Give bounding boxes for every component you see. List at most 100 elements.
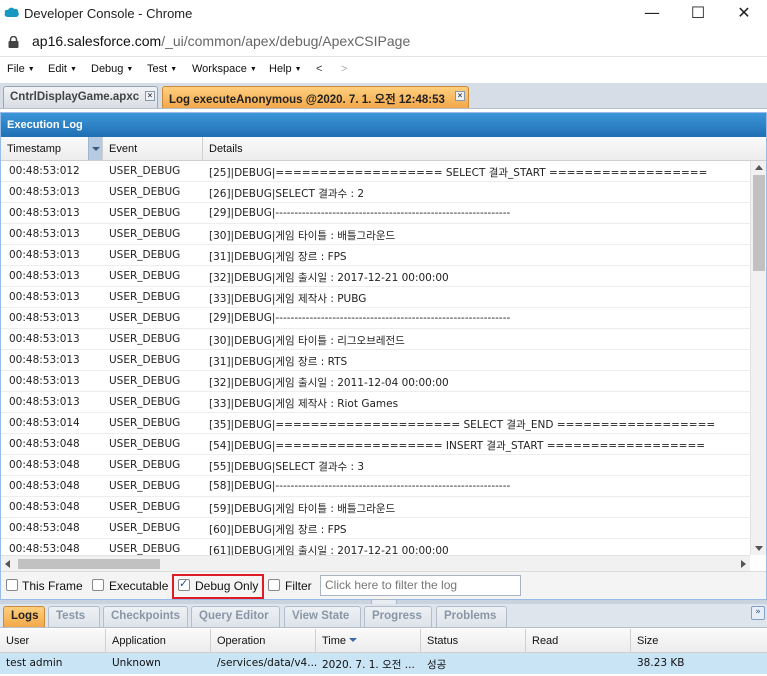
menu-edit[interactable]: Edit ▼ — [48, 63, 77, 75]
url-text[interactable]: ap16.salesforce.com/_ui/common/apex/debu… — [32, 33, 410, 49]
close-tab-icon[interactable]: × — [145, 91, 155, 101]
log-cell-timestamp: 00:48:53:013 — [9, 354, 80, 366]
scroll-left-icon[interactable] — [5, 560, 10, 568]
log-row[interactable]: 00:48:53:013 USER_DEBUG [30]|DEBUG|게임 타이틀 … — [1, 224, 750, 245]
column-header-time[interactable]: Time — [316, 629, 421, 653]
column-header-timestamp[interactable]: Timestamp — [1, 137, 103, 161]
log-cell-timestamp: 00:48:53:013 — [9, 270, 80, 282]
tab-log-execute-anonymous[interactable]: Log executeAnonymous @2020. 7. 1. 오전 12:… — [162, 86, 469, 108]
nav-forward-button[interactable]: > — [341, 63, 347, 75]
log-cell-event: USER_DEBUG — [109, 165, 181, 177]
log-row[interactable]: 00:48:53:013 USER_DEBUG [32]|DEBUG|게임 출시일 … — [1, 266, 750, 287]
log-row[interactable]: 00:48:53:048 USER_DEBUG [61]|DEBUG|게임 출시일 … — [1, 539, 750, 555]
menu-test[interactable]: Test ▼ — [147, 63, 177, 75]
log-cell-details: [33]|DEBUG|게임 제작사 : Riot Games — [209, 398, 399, 410]
menu-debug[interactable]: Debug ▼ — [91, 63, 133, 75]
log-row[interactable]: 00:48:53:048 USER_DEBUG [55]|DEBUG|SELECT … — [1, 455, 750, 476]
log-filter-input[interactable]: Click here to filter the log — [320, 575, 521, 596]
log-row[interactable]: 00:48:53:012 USER_DEBUG [25]|DEBUG|=======… — [1, 161, 750, 182]
log-row[interactable]: 00:48:53:013 USER_DEBUG [33]|DEBUG|게임 제작사 … — [1, 392, 750, 413]
column-label: Time — [322, 635, 347, 647]
log-cell-details: [32]|DEBUG|게임 출시일 : 2011-12-04 00:00:00 — [209, 377, 449, 389]
log-row[interactable]: 00:48:53:013 USER_DEBUG [31]|DEBUG|게임 장르 :… — [1, 245, 750, 266]
caret-down-icon: ▼ — [69, 66, 77, 73]
column-menu-icon[interactable] — [88, 137, 102, 160]
tab-logs[interactable]: Logs — [3, 606, 45, 627]
close-tab-icon[interactable]: × — [455, 91, 465, 101]
log-row[interactable]: 00:48:53:013 USER_DEBUG [29]|DEBUG|-------… — [1, 203, 750, 224]
log-row[interactable]: 00:48:53:048 USER_DEBUG [59]|DEBUG|게임 타이틀 … — [1, 497, 750, 518]
log-row[interactable]: 00:48:53:013 USER_DEBUG [33]|DEBUG|게임 제작사 … — [1, 287, 750, 308]
debug-only-checkbox[interactable] — [178, 577, 190, 591]
log-row[interactable]: 00:48:53:048 USER_DEBUG [60]|DEBUG|게임 장르 :… — [1, 518, 750, 539]
log-cell-event: USER_DEBUG — [109, 501, 181, 513]
log-row[interactable]: 00:48:53:013 USER_DEBUG [30]|DEBUG|게임 타이틀 … — [1, 329, 750, 350]
tab-cntrldisplaygame[interactable]: CntrlDisplayGame.apxc × — [3, 86, 158, 108]
log-row[interactable]: 00:48:53:013 USER_DEBUG [32]|DEBUG|게임 출시일 … — [1, 371, 750, 392]
tab-query-editor[interactable]: Query Editor — [191, 606, 280, 627]
tab-tests[interactable]: Tests — [48, 606, 100, 627]
executable-checkbox[interactable] — [92, 579, 104, 591]
caret-down-icon: ▼ — [249, 66, 257, 73]
log-cell-timestamp: 00:48:53:048 — [9, 543, 80, 555]
execution-log-panel: Execution Log Timestamp Event Details 00… — [0, 112, 767, 600]
address-bar[interactable]: ap16.salesforce.com/_ui/common/apex/debu… — [0, 28, 767, 57]
log-cell-details: [29]|DEBUG|-----------------------------… — [209, 207, 511, 219]
column-header-event[interactable]: Event — [103, 137, 203, 161]
log-cell-timestamp: 00:48:53:013 — [9, 291, 80, 303]
menu-workspace[interactable]: Workspace ▼ — [192, 63, 257, 75]
tab-view-state[interactable]: View State — [284, 606, 361, 627]
column-header-operation[interactable]: Operation — [211, 629, 316, 653]
log-cell-event: USER_DEBUG — [109, 312, 181, 324]
column-header-size[interactable]: Size — [631, 629, 767, 653]
column-header-read[interactable]: Read — [526, 629, 631, 653]
menu-file[interactable]: File ▼ — [7, 63, 35, 75]
log-row[interactable]: 00:48:53:013 USER_DEBUG [31]|DEBUG|게임 장르 :… — [1, 350, 750, 371]
column-header-application[interactable]: Application — [106, 629, 211, 653]
collapse-panel-icon[interactable]: » — [751, 606, 765, 620]
scroll-up-icon[interactable] — [755, 165, 763, 170]
logs-table-row[interactable]: test admin Unknown /services/data/v4... … — [0, 653, 767, 674]
scroll-down-icon[interactable] — [755, 546, 763, 551]
scrollbar-thumb[interactable] — [18, 559, 160, 569]
tab-problems[interactable]: Problems — [436, 606, 507, 627]
log-column-headers: Timestamp Event Details — [1, 137, 766, 161]
cell-time: 2020. 7. 1. 오전 ... — [322, 659, 415, 671]
scrollbar-thumb[interactable] — [753, 175, 765, 271]
horizontal-scrollbar[interactable] — [1, 555, 750, 571]
logs-table-header: User Application Operation Time Status R… — [0, 629, 767, 653]
log-cell-event: USER_DEBUG — [109, 207, 181, 219]
menu-workspace-label: Workspace — [192, 63, 247, 75]
log-row[interactable]: 00:48:53:048 USER_DEBUG [54]|DEBUG|=======… — [1, 434, 750, 455]
minimize-button[interactable]: — — [629, 0, 675, 28]
log-cell-timestamp: 00:48:53:013 — [9, 186, 80, 198]
log-row[interactable]: 00:48:53:014 USER_DEBUG [35]|DEBUG|=======… — [1, 413, 750, 434]
filter-checkbox[interactable] — [268, 579, 280, 591]
log-cell-timestamp: 00:48:53:048 — [9, 501, 80, 513]
menu-help[interactable]: Help ▼ — [269, 63, 302, 75]
nav-back-button[interactable]: < — [316, 63, 322, 75]
log-rows: 00:48:53:012 USER_DEBUG [25]|DEBUG|=======… — [1, 161, 750, 555]
log-cell-details: [30]|DEBUG|게임 타이틀 : 배틀그라운드 — [209, 230, 396, 242]
log-cell-details: [26]|DEBUG|SELECT 결과수 : 2 — [209, 188, 365, 200]
log-row[interactable]: 00:48:53:013 USER_DEBUG [29]|DEBUG|-------… — [1, 308, 750, 329]
url-path: /_ui/common/apex/debug/ApexCSIPage — [161, 33, 411, 49]
tab-checkpoints[interactable]: Checkpoints — [103, 606, 188, 627]
column-header-details[interactable]: Details — [203, 137, 766, 161]
log-cell-timestamp: 00:48:53:013 — [9, 312, 80, 324]
tab-progress[interactable]: Progress — [364, 606, 432, 627]
column-header-status[interactable]: Status — [421, 629, 526, 653]
close-button[interactable]: ✕ — [721, 0, 767, 28]
log-cell-event: USER_DEBUG — [109, 291, 181, 303]
this-frame-checkbox[interactable] — [6, 579, 18, 591]
log-row[interactable]: 00:48:53:048 USER_DEBUG [58]|DEBUG|-------… — [1, 476, 750, 497]
log-cell-event: USER_DEBUG — [109, 522, 181, 534]
log-cell-timestamp: 00:48:53:013 — [9, 249, 80, 261]
log-cell-timestamp: 00:48:53:013 — [9, 333, 80, 345]
column-header-user[interactable]: User — [0, 629, 106, 653]
vertical-scrollbar[interactable] — [750, 161, 766, 555]
log-cell-event: USER_DEBUG — [109, 333, 181, 345]
log-row[interactable]: 00:48:53:013 USER_DEBUG [26]|DEBUG|SELECT … — [1, 182, 750, 203]
maximize-button[interactable]: ☐ — [675, 0, 721, 28]
scroll-right-icon[interactable] — [741, 560, 746, 568]
